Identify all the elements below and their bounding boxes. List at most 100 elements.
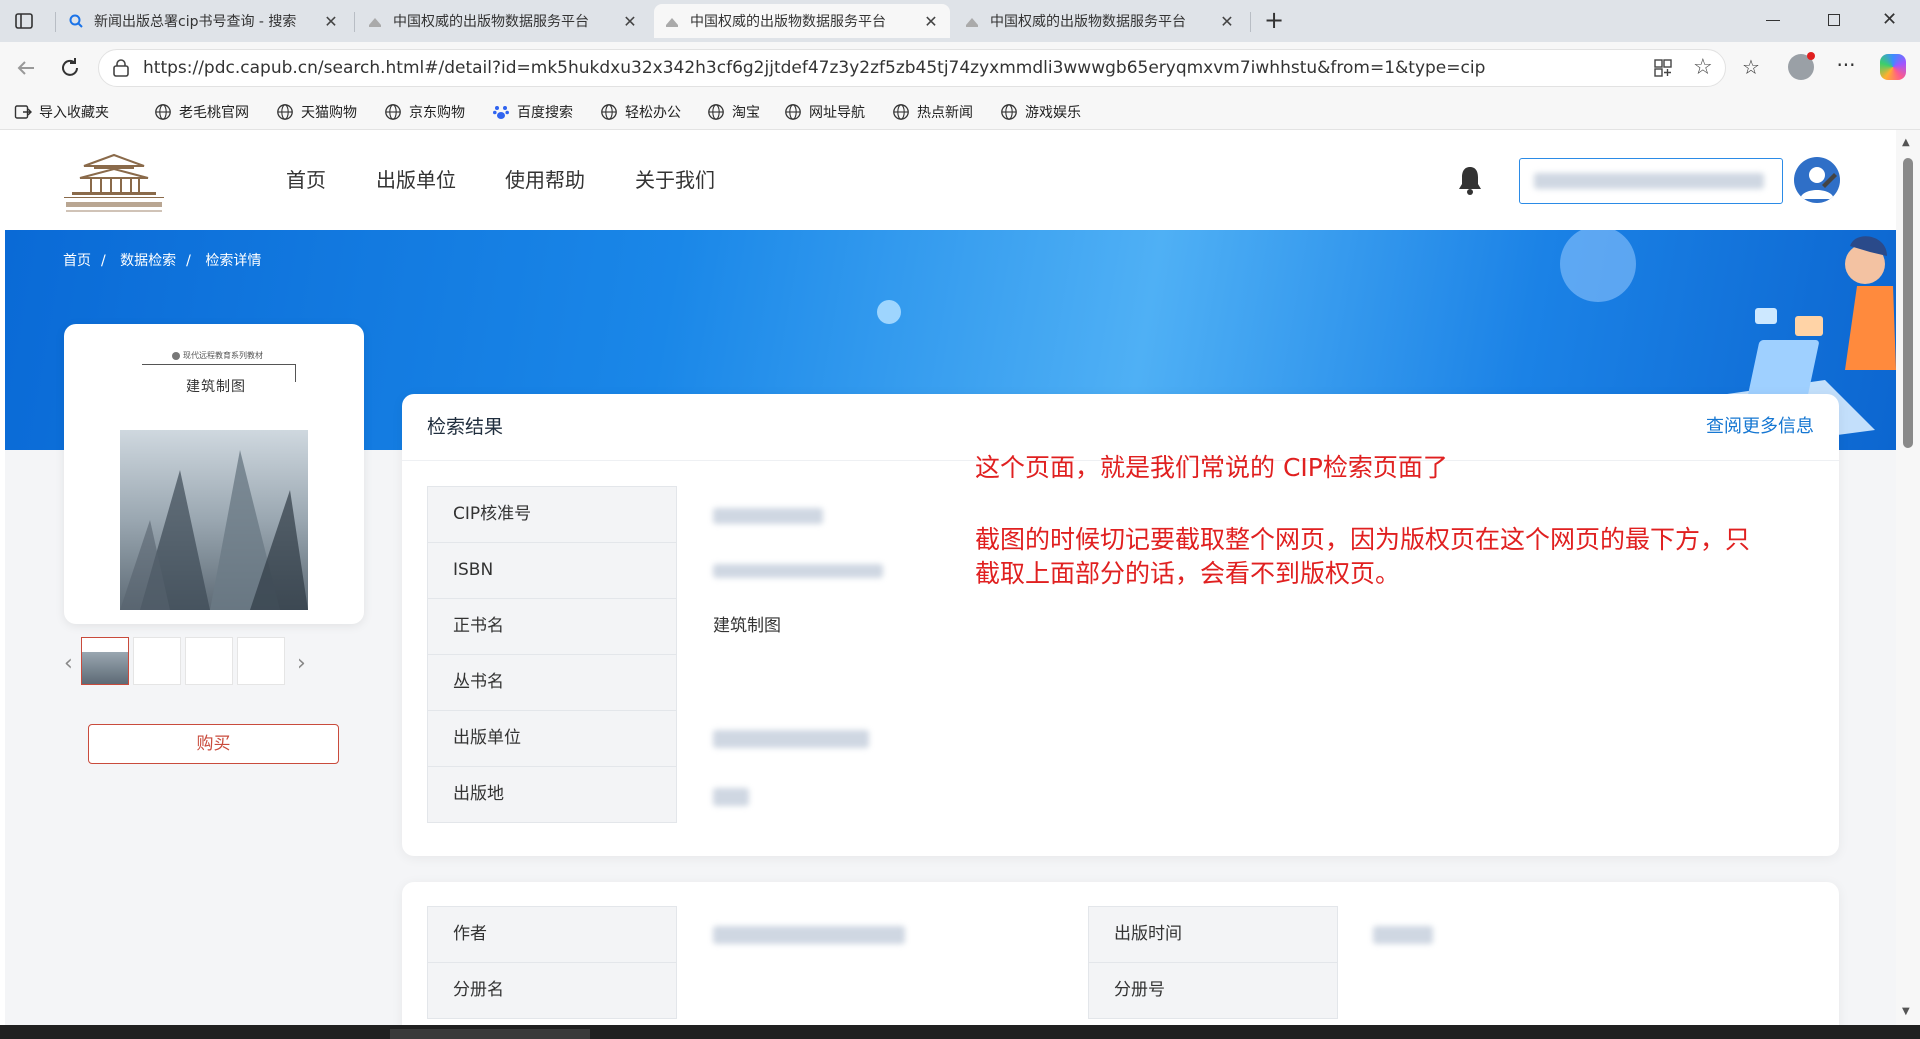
thumbnail-4[interactable] bbox=[237, 637, 285, 685]
breadcrumb-home[interactable]: 首页 bbox=[63, 253, 91, 269]
globe-icon bbox=[155, 104, 171, 120]
annotation-line-2: 截图的时候切记要截取整个网页，因为版权页在这个网页的最下方，只 bbox=[975, 525, 1751, 554]
favorites-icon[interactable]: ☆ bbox=[1742, 55, 1766, 79]
label-place: 出版地 bbox=[427, 766, 677, 823]
thumbnail-2[interactable] bbox=[133, 637, 181, 685]
label-series: 丛书名 bbox=[427, 654, 677, 711]
new-tab-icon[interactable]: + bbox=[1262, 8, 1286, 32]
web-page: 首页 出版单位 使用帮助 关于我们 首页 / 数据检索 / 检索详情 现代远程教… bbox=[5, 130, 1896, 1025]
label-isbn: ISBN bbox=[427, 542, 677, 599]
label-publisher: 出版单位 bbox=[427, 710, 677, 767]
bookmark-item[interactable]: 热点新闻 bbox=[892, 94, 973, 130]
tab-actions-icon[interactable] bbox=[14, 11, 34, 31]
app-icon[interactable] bbox=[1654, 59, 1672, 77]
breadcrumb-detail: 检索详情 bbox=[205, 253, 262, 269]
cover-photo bbox=[120, 430, 308, 610]
close-icon[interactable]: ✕ bbox=[1218, 12, 1236, 31]
label-volume-number: 分册号 bbox=[1088, 962, 1338, 1019]
user-avatar[interactable] bbox=[1794, 157, 1840, 203]
result-title: 检索结果 bbox=[427, 416, 504, 438]
detail-card: 作者 分册名 出版时间 分册号 bbox=[402, 882, 1839, 1025]
tab-title: 新闻出版总署cip书号查询 - 搜索 bbox=[94, 14, 297, 30]
thumb-prev-icon[interactable]: ‹ bbox=[64, 652, 78, 676]
blurred-date-value bbox=[1373, 926, 1433, 944]
thumb-next-icon[interactable]: › bbox=[297, 652, 311, 676]
restore-icon[interactable] bbox=[1828, 14, 1840, 26]
browser-toolbar: https://pdc.capub.cn/search.html#/detail… bbox=[0, 42, 1920, 94]
tab-capub-1[interactable]: 中国权威的出版物数据服务平台 ✕ bbox=[357, 4, 649, 38]
site-favicon-icon bbox=[664, 13, 680, 29]
address-bar[interactable]: https://pdc.capub.cn/search.html#/detail… bbox=[98, 49, 1726, 87]
nav-help[interactable]: 使用帮助 bbox=[505, 130, 585, 230]
bookmark-item[interactable]: 天猫购物 bbox=[276, 94, 357, 130]
cover-rule bbox=[142, 364, 296, 365]
label-volume-name: 分册名 bbox=[427, 962, 677, 1019]
bookmark-item[interactable]: 网址导航 bbox=[784, 94, 865, 130]
buy-button[interactable]: 购买 bbox=[88, 724, 339, 764]
tab-title: 中国权威的出版物数据服务平台 bbox=[690, 14, 886, 30]
copilot-icon[interactable] bbox=[1880, 54, 1906, 80]
import-favorites-icon bbox=[14, 105, 32, 119]
reload-icon[interactable] bbox=[58, 56, 82, 80]
close-icon[interactable]: ✕ bbox=[621, 12, 639, 31]
bookmark-item[interactable]: 京东购物 bbox=[384, 94, 465, 130]
blurred-text bbox=[1534, 173, 1764, 189]
bookmark-item[interactable]: 百度搜索 bbox=[492, 94, 573, 130]
decor-circle bbox=[1560, 230, 1636, 302]
bookmark-item[interactable]: 游戏娱乐 bbox=[1000, 94, 1081, 130]
baidu-paw-icon bbox=[493, 106, 509, 119]
site-info-icon[interactable] bbox=[111, 58, 131, 78]
scroll-up-icon[interactable]: ▲ bbox=[1902, 138, 1914, 148]
url-text[interactable]: https://pdc.capub.cn/search.html#/detail… bbox=[143, 50, 1485, 86]
more-info-link[interactable]: 查阅更多信息 bbox=[1706, 394, 1814, 460]
value-title: 建筑制图 bbox=[713, 616, 781, 636]
breadcrumb-search[interactable]: 数据检索 bbox=[120, 253, 176, 269]
label-publish-date: 出版时间 bbox=[1088, 906, 1338, 963]
breadcrumb-separator: / bbox=[186, 253, 191, 269]
scrollbar-thumb[interactable] bbox=[1903, 158, 1913, 448]
annotation-line-1: 这个页面，就是我们常说的 CIP检索页面了 bbox=[975, 453, 1448, 482]
notification-dot-icon bbox=[1807, 52, 1815, 60]
nav-about[interactable]: 关于我们 bbox=[635, 130, 715, 230]
back-icon[interactable] bbox=[14, 56, 38, 80]
tab-title: 中国权威的出版物数据服务平台 bbox=[990, 14, 1186, 30]
cover-series-line: 现代远程教育系列教材 bbox=[172, 350, 312, 361]
bookmark-import[interactable]: 导入收藏夹 bbox=[14, 94, 109, 130]
bookmark-item[interactable]: 轻松办公 bbox=[600, 94, 681, 130]
bookmark-item[interactable]: 淘宝 bbox=[707, 94, 760, 130]
tab-capub-3[interactable]: 中国权威的出版物数据服务平台 ✕ bbox=[954, 4, 1246, 38]
bookmark-item[interactable]: 老毛桃官网 bbox=[154, 94, 249, 130]
blurred-publisher-value bbox=[713, 730, 869, 748]
close-icon[interactable]: ✕ bbox=[322, 12, 340, 31]
book-cover-card[interactable]: 现代远程教育系列教材 建筑制图 bbox=[64, 324, 364, 624]
label-title: 正书名 bbox=[427, 598, 677, 655]
minimize-icon[interactable] bbox=[1766, 20, 1780, 21]
globe-icon bbox=[708, 104, 724, 120]
cover-title: 建筑制图 bbox=[186, 379, 246, 395]
tab-capub-2[interactable]: 中国权威的出版物数据服务平台 ✕ bbox=[654, 4, 950, 38]
globe-icon bbox=[785, 104, 801, 120]
bell-icon[interactable] bbox=[1456, 164, 1484, 196]
more-options-icon[interactable]: ··· bbox=[1834, 53, 1858, 77]
nav-home[interactable]: 首页 bbox=[286, 130, 326, 230]
page-scrollbar[interactable]: ▲ ▼ bbox=[1896, 130, 1920, 1025]
blurred-place-value bbox=[713, 788, 749, 806]
favorite-star-icon[interactable]: ☆ bbox=[1693, 57, 1715, 79]
site-logo[interactable] bbox=[62, 152, 166, 214]
globe-icon bbox=[1001, 104, 1017, 120]
globe-icon bbox=[601, 104, 617, 120]
nav-publishers[interactable]: 出版单位 bbox=[376, 130, 456, 230]
browser-tab-bar: 新闻出版总署cip书号查询 - 搜索 ✕ 中国权威的出版物数据服务平台 ✕ 中国… bbox=[0, 0, 1920, 42]
window-close-icon[interactable]: ✕ bbox=[1882, 8, 1902, 32]
tab-search[interactable]: 新闻出版总署cip书号查询 - 搜索 ✕ bbox=[58, 4, 350, 38]
globe-icon bbox=[385, 104, 401, 120]
result-card: 检索结果 查阅更多信息 CIP核准号 ISBN 正书名 丛书名 出版单位 出版地… bbox=[402, 394, 1839, 856]
scroll-down-icon[interactable]: ▼ bbox=[1902, 1007, 1914, 1017]
breadcrumb-separator: / bbox=[101, 253, 106, 269]
user-search-box[interactable] bbox=[1519, 158, 1783, 204]
close-icon[interactable]: ✕ bbox=[922, 12, 940, 31]
site-favicon-icon bbox=[367, 13, 383, 29]
thumbnail-3[interactable] bbox=[185, 637, 233, 685]
thumbnail-1[interactable] bbox=[81, 637, 129, 685]
annotation-line-3: 截取上面部分的话，会看不到版权页。 bbox=[975, 559, 1401, 588]
